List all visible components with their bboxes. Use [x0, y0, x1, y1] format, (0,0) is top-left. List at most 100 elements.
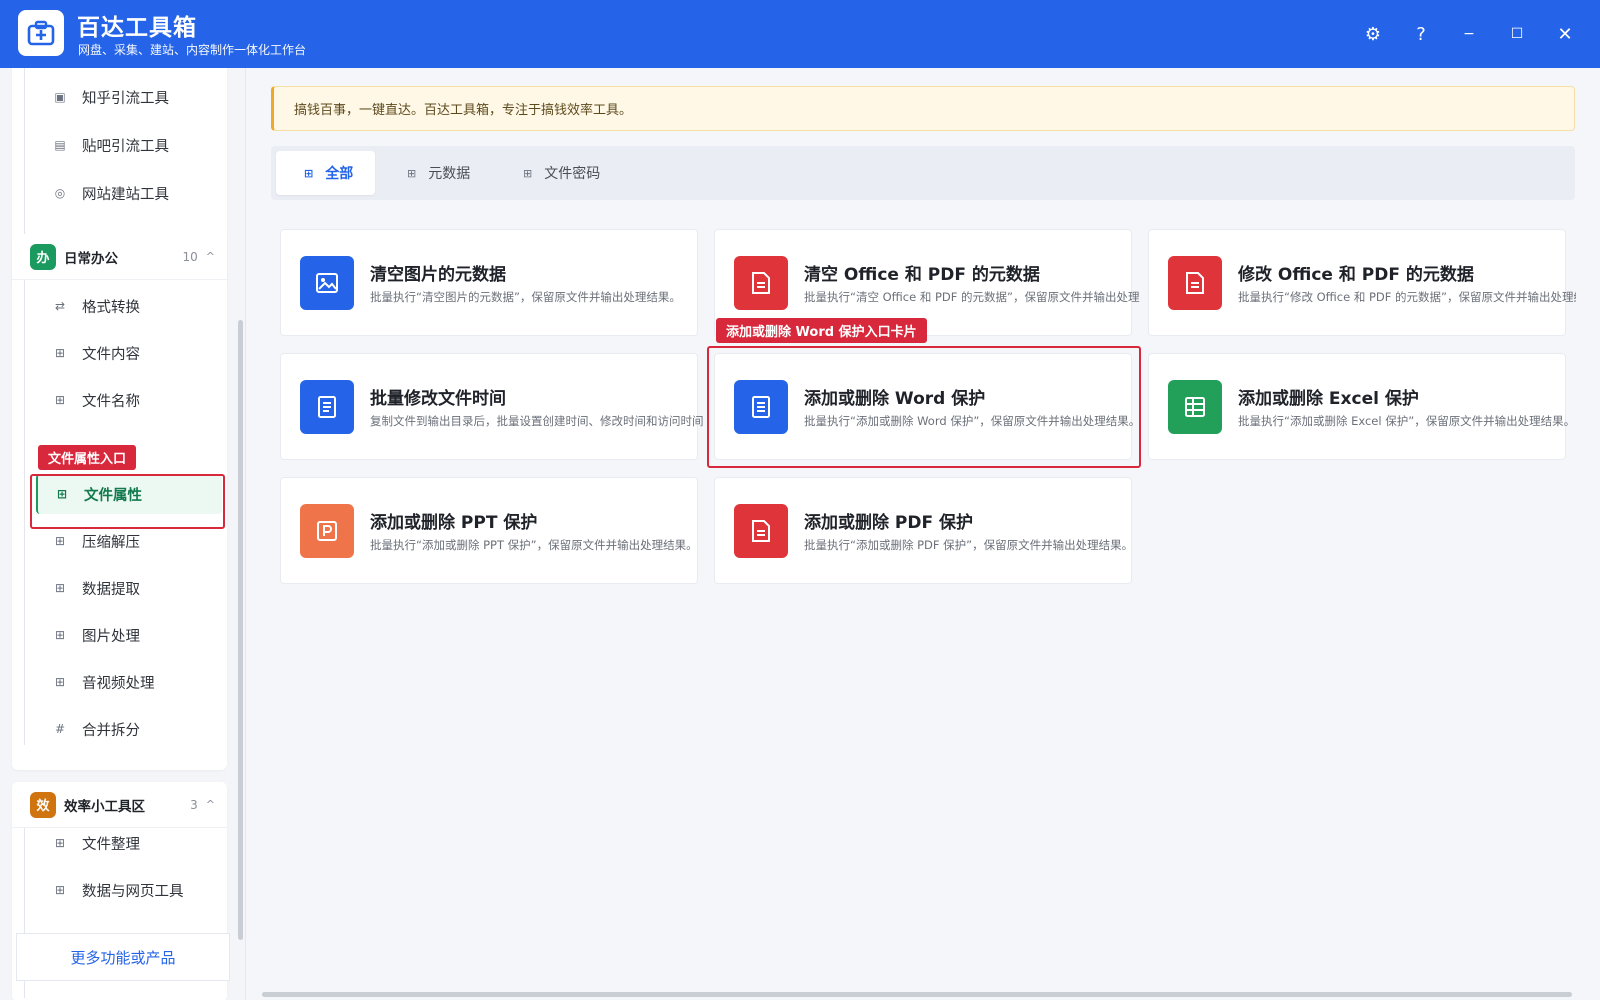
card-pdf-protection[interactable]: 添加或删除 PDF 保护 批量执行“添加或删除 PDF 保护”，保留原文件并输出… [714, 477, 1133, 584]
card-description: 批量执行“修改 Office 和 PDF 的元数据”，保留原文件并输出处理结 [1238, 290, 1576, 304]
document-icon [734, 256, 788, 310]
card-word-protection[interactable]: 添加或删除 Word 保护 批量执行“添加或删除 Word 保护”，保留原文件并… [714, 353, 1140, 460]
zhihu-icon: ▣ [54, 90, 66, 104]
card-description: 复制文件到输出目录后，批量设置创建时间、修改时间和访问时间 [370, 414, 704, 428]
sidebar-item-label: 音视频处理 [82, 675, 155, 692]
sidebar-item-label: 文件整理 [82, 836, 140, 853]
card-title: 添加或删除 PDF 保护 [804, 513, 974, 533]
grid-icon: ⊞ [523, 166, 533, 180]
sidebar-item-format-convert[interactable]: ⇄ 格式转换 [36, 286, 224, 326]
card-description: 批量执行“清空图片的元数据”，保留原文件并输出处理结果。 [370, 290, 681, 304]
minimize-button[interactable]: − [1453, 18, 1485, 50]
pdf-icon [734, 504, 788, 558]
swap-icon: ⇄ [54, 299, 66, 313]
card-title: 清空图片的元数据 [370, 265, 506, 285]
sidebar-item-label: 网站建站工具 [82, 186, 169, 203]
site-icon: ◎ [54, 186, 66, 200]
card-title: 添加或删除 Excel 保护 [1238, 389, 1419, 409]
sidebar-item-file-content[interactable]: ⊞ 文件内容 [36, 333, 224, 373]
grid-icon: ⊞ [56, 487, 68, 501]
settings-gear-icon[interactable]: ⚙ [1357, 18, 1389, 50]
collapse-caret-icon[interactable]: ^ [206, 250, 215, 263]
sidebar-item-file-name[interactable]: ⊞ 文件名称 [36, 380, 224, 420]
card-description: 批量执行“清空 Office 和 PDF 的元数据”，保留原文件并输出处理 [804, 290, 1140, 304]
sidebar-item-compress[interactable]: ⊞ 压缩解压 [36, 521, 224, 561]
card-excel-protection[interactable]: 添加或删除 Excel 保护 批量执行“添加或删除 Excel 保护”，保留原文… [1148, 353, 1575, 460]
sidebar-item-label: 格式转换 [82, 299, 140, 316]
notice-banner: 搞钱百事，一键直达。百达工具箱，专注于搞钱效率工具。 [271, 86, 1575, 131]
image-icon [300, 256, 354, 310]
group-count: 10 [182, 249, 198, 264]
app-subtitle: 网盘、采集、建站、内容制作一体化工作台 [78, 43, 307, 57]
grid-icon: ⊞ [54, 581, 66, 595]
card-batch-file-time[interactable]: 批量修改文件时间 复制文件到输出目录后，批量设置创建时间、修改时间和访问时间 [280, 353, 704, 460]
tab-all[interactable]: ⊞ 全部 [276, 151, 376, 195]
help-icon[interactable]: ? [1405, 18, 1437, 50]
maximize-button[interactable]: ☐ [1501, 18, 1533, 50]
tab-label: 全部 [325, 166, 354, 182]
grid-icon: ⊞ [54, 393, 66, 407]
tab-label: 元数据 [428, 166, 471, 182]
grid-icon: ⊞ [54, 883, 66, 897]
sidebar-item-file-attributes[interactable]: ⊞ 文件属性 [36, 474, 222, 514]
tieba-icon: ▤ [54, 138, 66, 152]
sidebar-item-label: 文件属性 [84, 487, 142, 504]
sidebar-item-tieba[interactable]: ▤ 贴吧引流工具 [36, 125, 224, 165]
sidebar-item-zhihu[interactable]: ▣ 知乎引流工具 [36, 77, 224, 117]
sidebar-item-image[interactable]: ⊞ 图片处理 [36, 615, 224, 655]
card-clear-image-metadata[interactable]: 清空图片的元数据 批量执行“清空图片的元数据”，保留原文件并输出处理结果。 [280, 229, 698, 336]
sidebar-item-data-web[interactable]: ⊞ 数据与网页工具 [36, 870, 224, 910]
sidebar-item-data-extract[interactable]: ⊞ 数据提取 [36, 568, 224, 608]
more-features-button[interactable]: 更多功能或产品 [16, 933, 230, 981]
hash-icon: # [54, 722, 66, 736]
sidebar-item-av[interactable]: ⊞ 音视频处理 [36, 662, 224, 702]
tree-line [24, 280, 25, 745]
card-title: 批量修改文件时间 [370, 389, 506, 409]
tab-file-password[interactable]: ⊞ 文件密码 [495, 151, 622, 195]
sidebar-item-label: 文件内容 [82, 346, 140, 363]
group-title: 日常办公 [64, 250, 118, 267]
group-header-efficiency[interactable]: 效 效率小工具区 3 ^ [12, 782, 227, 828]
sidebar-item-label: 数据与网页工具 [82, 883, 184, 900]
close-button[interactable]: ✕ [1549, 18, 1581, 50]
annotation-label-file-attributes: 文件属性入口 [38, 445, 137, 470]
annotation-label-word-protection: 添加或删除 Word 保护入口卡片 [716, 318, 927, 343]
sidebar-item-merge-split[interactable]: # 合并拆分 [36, 709, 224, 749]
grid-icon: ⊞ [54, 346, 66, 360]
efficiency-badge-icon: 效 [30, 791, 56, 818]
horizontal-scrollbar[interactable] [262, 992, 1572, 997]
card-ppt-protection[interactable]: 添加或删除 PPT 保护 批量执行“添加或删除 PPT 保护”，保留原文件并输出… [280, 477, 698, 584]
office-badge-icon: 办 [30, 243, 56, 270]
word-icon [734, 380, 788, 434]
card-modify-office-pdf-metadata[interactable]: 修改 Office 和 PDF 的元数据 批量执行“修改 Office 和 PD… [1148, 229, 1576, 336]
file-lines-icon [300, 380, 354, 434]
sidebar-item-website[interactable]: ◎ 网站建站工具 [36, 173, 224, 213]
grid-icon: ⊞ [54, 628, 66, 642]
collapse-caret-icon[interactable]: ^ [206, 798, 215, 811]
sidebar-item-label: 合并拆分 [82, 722, 140, 739]
sidebar-item-label: 知乎引流工具 [82, 90, 169, 107]
title-bar: 百达工具箱 网盘、采集、建站、内容制作一体化工作台 ⚙ ? − ☐ ✕ [0, 0, 1600, 68]
card-description: 批量执行“添加或删除 PDF 保护”，保留原文件并输出处理结果。 [804, 538, 1134, 552]
sidebar-item-label: 贴吧引流工具 [82, 138, 169, 155]
sidebar-item-label: 压缩解压 [82, 534, 140, 551]
tab-label: 文件密码 [544, 166, 601, 182]
card-description: 批量执行“添加或删除 Excel 保护”，保留原文件并输出处理结果。 [1238, 414, 1576, 428]
category-tabs: ⊞ 全部 ⊞ 元数据 ⊞ 文件密码 [271, 146, 1575, 200]
sidebar-scrollbar[interactable] [238, 320, 243, 940]
tab-metadata[interactable]: ⊞ 元数据 [379, 151, 492, 195]
sidebar-item-file-organize[interactable]: ⊞ 文件整理 [36, 823, 224, 863]
card-title: 修改 Office 和 PDF 的元数据 [1238, 265, 1474, 285]
sidebar[interactable]: ▣ 知乎引流工具 ▤ 贴吧引流工具 ◎ 网站建站工具 办 日常办公 10 ^ ⇄… [0, 68, 246, 1000]
document-icon [1168, 256, 1222, 310]
sidebar-item-label: 数据提取 [82, 581, 140, 598]
ppt-icon [300, 504, 354, 558]
group-header-office[interactable]: 办 日常办公 10 ^ [12, 234, 227, 280]
group-count: 3 [190, 797, 198, 812]
grid-icon: ⊞ [407, 166, 417, 180]
toolbox-logo-icon [18, 10, 64, 56]
sidebar-item-label: 图片处理 [82, 628, 140, 645]
grid-icon: ⊞ [54, 675, 66, 689]
grid-icon: ⊞ [54, 534, 66, 548]
card-title: 添加或删除 PPT 保护 [370, 513, 538, 533]
